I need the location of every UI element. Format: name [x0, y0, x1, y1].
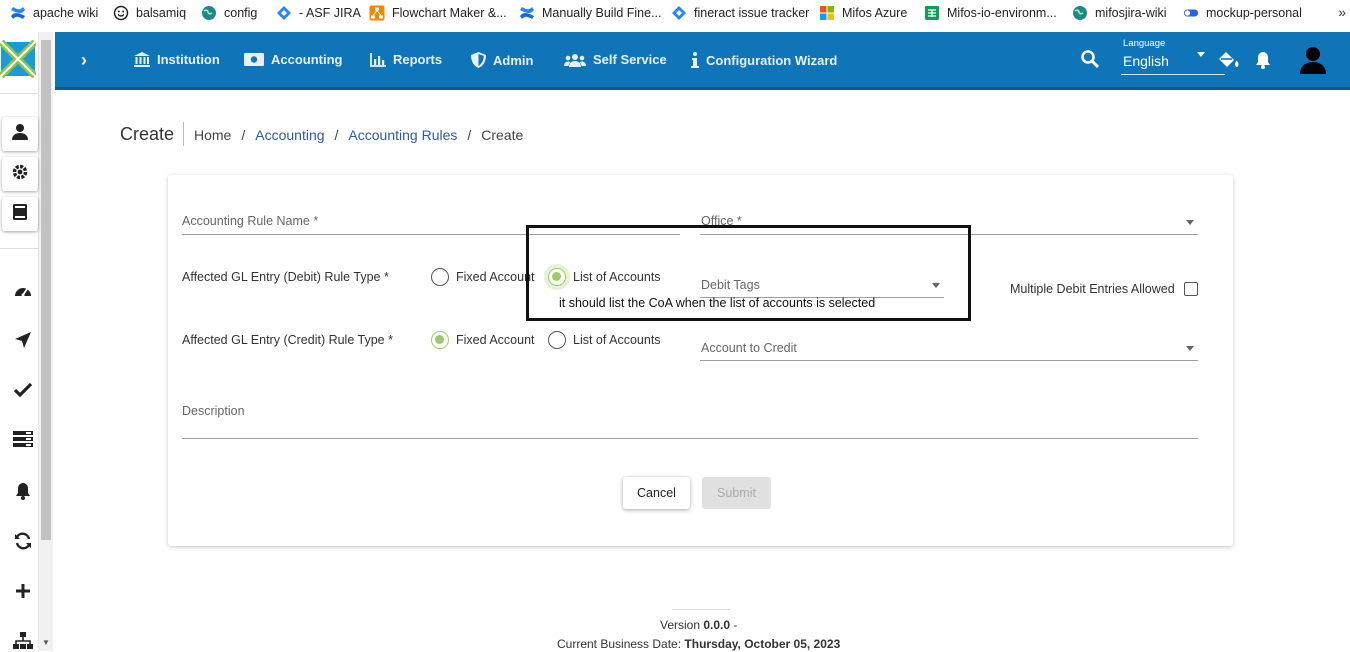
language-underline — [1121, 74, 1225, 75]
account-to-credit-select[interactable]: Account to Credit — [701, 341, 797, 355]
bookmark-apache-wiki[interactable]: apache wiki — [10, 5, 98, 21]
footer-business-date: Current Business Date: Thursday, October… — [557, 637, 841, 651]
breadcrumb-separator: / — [241, 127, 246, 143]
list-view-icon[interactable] — [12, 428, 34, 450]
mifos-logo[interactable] — [0, 39, 38, 79]
theme-paint-icon[interactable] — [1217, 51, 1239, 71]
plus-icon[interactable] — [12, 580, 34, 602]
breadcrumb-create: Create — [481, 127, 524, 143]
breadcrumb-accounting[interactable]: Accounting — [255, 127, 324, 143]
chevron-down-icon[interactable] — [1186, 346, 1194, 351]
nav-reports[interactable]: Reports — [370, 52, 442, 67]
bookmark-mifosjira-wiki[interactable]: mifosjira-wiki — [1072, 5, 1167, 21]
top-navbar: › Institution Accounting Reports Admin S… — [55, 32, 1350, 90]
scroll-down-icon[interactable]: ▼ — [42, 638, 50, 647]
bookmark-balsamiq[interactable]: balsamiq — [113, 5, 186, 21]
chevron-down-icon[interactable] — [1186, 220, 1194, 225]
notification-icon[interactable] — [12, 480, 34, 502]
rail-user-button[interactable] — [2, 117, 38, 151]
credit-fixed-account-label[interactable]: Fixed Account — [456, 333, 535, 347]
credit-fixed-account-radio[interactable] — [431, 331, 449, 349]
rail-divider — [0, 248, 39, 249]
nav-self-service[interactable]: Self Service — [564, 52, 667, 67]
bookmarks-overflow-button[interactable]: » — [1338, 4, 1346, 20]
jira-icon — [671, 5, 687, 21]
confluence-icon — [10, 5, 26, 21]
bookmark-asf-jira[interactable]: - ASF JIRA — [276, 5, 361, 21]
jira-icon — [276, 5, 292, 21]
breadcrumb-accounting-rules[interactable]: Accounting Rules — [348, 127, 457, 143]
multiple-debit-checkbox[interactable] — [1184, 282, 1198, 296]
credit-rule-type-label: Affected GL Entry (Credit) Rule Type * — [182, 333, 393, 347]
cancel-button[interactable]: Cancel — [623, 477, 690, 509]
rail-settings-button[interactable] — [2, 157, 38, 191]
institution-icon — [134, 52, 150, 67]
bookmark-config[interactable]: config — [201, 5, 257, 21]
nav-admin[interactable]: Admin — [471, 52, 533, 68]
page-title: Create — [120, 124, 175, 144]
debit-fixed-account-label[interactable]: Fixed Account — [456, 270, 535, 284]
navigation-icon[interactable] — [12, 329, 34, 351]
bell-icon[interactable] — [1255, 51, 1271, 69]
annotation-text: it should list the CoA when the list of … — [559, 296, 876, 310]
account-icon[interactable] — [1300, 46, 1326, 74]
bookmark-flowchart-maker[interactable]: Flowchart Maker &... — [369, 5, 507, 21]
submit-button[interactable]: Submit — [702, 477, 771, 509]
breadcrumb-separator: / — [334, 127, 339, 143]
bookmark-mockup-personal[interactable]: mockup-personal — [1183, 5, 1302, 21]
gear-icon — [11, 163, 29, 186]
bar-chart-icon — [370, 52, 386, 67]
sidenav-toggle-button[interactable]: › — [81, 50, 87, 71]
bookmark-manually-build[interactable]: Manually Build Fine... — [519, 5, 662, 21]
dashboard-icon[interactable] — [12, 279, 34, 301]
rail-divider — [0, 93, 39, 94]
microsoft-icon — [819, 5, 835, 21]
scrollbar-thumb[interactable] — [41, 40, 51, 540]
rail-book-button[interactable] — [2, 197, 38, 231]
bookmarks-bar: apache wiki balsamiq config - ASF JIRA F… — [0, 0, 1350, 28]
sheets-icon — [924, 5, 940, 21]
globe-icon — [1072, 5, 1088, 21]
breadcrumb-separator: / — [467, 127, 472, 143]
breadcrumb: Home / Accounting / Accounting Rules / C… — [194, 127, 523, 143]
language-label: Language — [1123, 38, 1166, 49]
title-divider — [183, 122, 184, 146]
info-icon — [691, 52, 699, 68]
bookmark-mifos-io-environment[interactable]: Mifos-io-environm... — [924, 5, 1057, 21]
users-icon — [564, 53, 586, 67]
footer-version: Version 0.0.0 - — [660, 618, 738, 632]
smiley-icon — [113, 5, 129, 21]
check-icon[interactable] — [12, 379, 34, 401]
search-icon[interactable] — [1081, 50, 1099, 68]
multiple-debit-label: Multiple Debit Entries Allowed — [1010, 282, 1175, 296]
toggle-icon — [1183, 5, 1199, 21]
debit-fixed-account-radio[interactable] — [431, 268, 449, 286]
nav-configuration-wizard[interactable]: Configuration Wizard — [691, 52, 837, 68]
shield-icon — [471, 52, 486, 68]
globe-icon — [201, 5, 217, 21]
language-select[interactable]: English — [1123, 53, 1169, 69]
account-to-credit-underline — [700, 360, 1198, 361]
credit-list-of-accounts-radio[interactable] — [548, 331, 566, 349]
sync-icon[interactable] — [12, 530, 34, 552]
sitemap-icon[interactable] — [12, 630, 34, 652]
nav-accounting[interactable]: Accounting — [244, 52, 343, 67]
bookmark-mifos-azure[interactable]: Mifos Azure — [819, 5, 907, 21]
credit-list-of-accounts-label[interactable]: List of Accounts — [573, 333, 661, 347]
bookmark-fineract-issue-tracker[interactable]: fineract issue tracker — [671, 5, 809, 21]
debit-rule-type-label: Affected GL Entry (Debit) Rule Type * — [182, 270, 389, 284]
drawio-icon — [369, 5, 385, 21]
confluence-icon — [519, 5, 535, 21]
footer-divider — [672, 609, 730, 610]
nav-institution[interactable]: Institution — [134, 52, 220, 67]
breadcrumb-home[interactable]: Home — [194, 127, 231, 143]
description-underline — [182, 438, 1198, 439]
chevron-down-icon[interactable] — [1197, 52, 1205, 57]
book-icon — [12, 203, 28, 226]
user-icon — [11, 123, 29, 146]
description-input[interactable]: Description — [182, 404, 245, 418]
money-icon — [244, 53, 264, 66]
rule-name-input[interactable]: Accounting Rule Name * — [182, 214, 318, 228]
